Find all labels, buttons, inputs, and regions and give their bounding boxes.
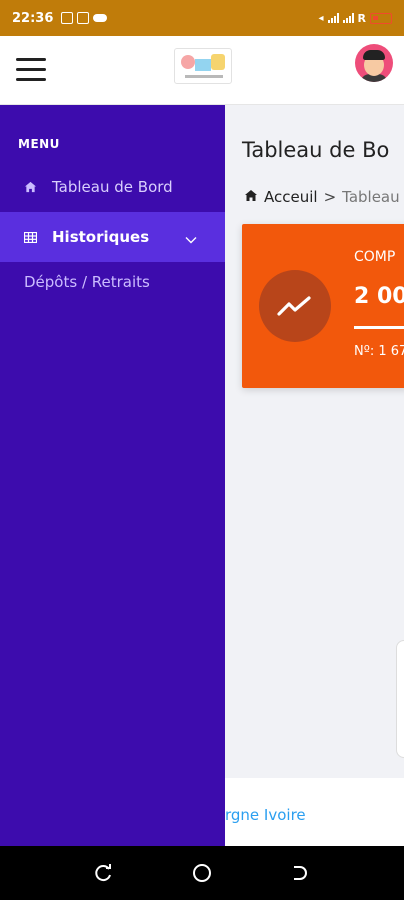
- home-icon: [244, 189, 258, 206]
- breadcrumb-separator: >: [323, 188, 337, 206]
- battery-icon: [370, 12, 392, 24]
- table-icon: [22, 231, 38, 243]
- sidebar-item-label: Tableau de Bord: [52, 178, 173, 196]
- recent-apps-button[interactable]: [94, 863, 114, 883]
- wifi-icon: ◂: [318, 12, 324, 24]
- sidebar-item-tableau-de-bord[interactable]: Tableau de Bord: [0, 162, 225, 212]
- sidebar-drawer: MENU Tableau de Bord Historiques Dépôts …: [0, 105, 225, 846]
- back-icon: [294, 866, 307, 880]
- home-button[interactable]: [192, 863, 212, 883]
- sidebar-item-label: Historiques: [52, 228, 150, 246]
- footer-link[interactable]: rgne Ivoire: [225, 806, 306, 824]
- recent-apps-icon: [95, 864, 111, 882]
- app-bar: [0, 36, 404, 105]
- hamburger-line: [16, 78, 46, 81]
- page-title: Tableau de Bo: [242, 138, 390, 162]
- menu-toggle-button[interactable]: [16, 58, 46, 82]
- calendar-icon: [77, 12, 90, 24]
- breadcrumb-home-link[interactable]: Acceuil: [264, 188, 318, 206]
- breadcrumb-current: Tableau: [342, 188, 400, 206]
- back-button[interactable]: [290, 863, 310, 883]
- card-icon-circle: [259, 270, 331, 342]
- status-bar: 22:36 ◂ R: [0, 0, 404, 36]
- card-number: Nº: 1 67: [354, 344, 404, 359]
- card-value: 2 00: [354, 284, 404, 309]
- signal-icon: [327, 13, 339, 23]
- floating-side-panel[interactable]: [396, 640, 404, 758]
- home-icon: [22, 181, 38, 193]
- hamburger-line: [16, 58, 46, 61]
- card-divider: [354, 326, 404, 329]
- drawer-heading: MENU: [18, 137, 60, 151]
- chevron-down-icon[interactable]: [185, 230, 197, 248]
- notification-icons: [61, 12, 108, 24]
- sidebar-subitem-depots-retraits[interactable]: Dépôts / Retraits: [24, 273, 150, 291]
- signal-icon-2: [342, 13, 354, 23]
- trending-up-icon: [277, 296, 311, 316]
- system-nav-bar: [0, 846, 404, 900]
- breadcrumb: Acceuil > Tableau: [244, 188, 400, 206]
- card-label: COMP: [354, 249, 396, 265]
- app-logo[interactable]: [174, 48, 232, 84]
- home-circle-icon: [193, 864, 211, 882]
- carrier-label: R: [357, 11, 366, 25]
- hamburger-line: [16, 68, 46, 71]
- user-avatar[interactable]: [355, 44, 393, 82]
- cloud-icon: [93, 14, 108, 22]
- notification-icon: [61, 12, 74, 24]
- status-right: ◂ R: [318, 12, 392, 25]
- status-time: 22:36: [12, 10, 54, 26]
- sidebar-item-historiques[interactable]: Historiques: [0, 212, 225, 262]
- account-card[interactable]: COMP 2 00 Nº: 1 67: [242, 224, 404, 388]
